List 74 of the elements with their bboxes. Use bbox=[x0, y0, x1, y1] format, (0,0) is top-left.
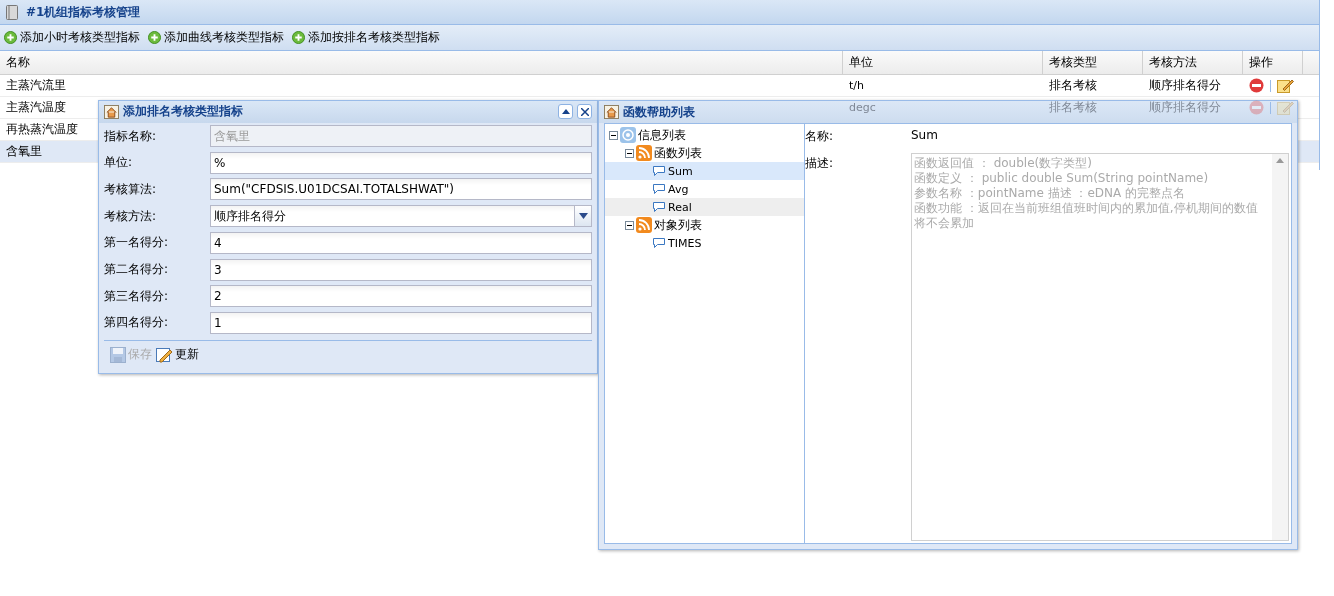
tree-item[interactable]: Avg bbox=[668, 182, 689, 196]
feed-icon bbox=[636, 145, 652, 161]
select-field[interactable]: 顺序排名得分 bbox=[210, 205, 592, 228]
house-icon bbox=[604, 105, 619, 119]
table-cell: 排名考核 bbox=[1049, 99, 1097, 116]
window-title: 添加排名考核类型指标 bbox=[123, 103, 243, 121]
speech-bubble-icon bbox=[652, 183, 666, 195]
field-label: 第二名得分: bbox=[104, 261, 170, 279]
house-icon bbox=[104, 104, 119, 119]
caret-icon bbox=[578, 213, 588, 220]
speech-bubble-icon bbox=[652, 237, 666, 249]
tree-item[interactable]: 函数列表 bbox=[654, 144, 702, 162]
add-icon bbox=[292, 31, 305, 44]
input-field[interactable]: 1 bbox=[210, 311, 592, 334]
input-field[interactable]: 3 bbox=[210, 258, 592, 281]
close-button[interactable] bbox=[577, 104, 592, 120]
update-button[interactable]: 更新 bbox=[156, 346, 199, 364]
add-button[interactable]: 添加按排名考核类型指标 bbox=[292, 29, 440, 46]
table-cell: 主蒸汽温度 bbox=[6, 99, 66, 116]
edit-icon[interactable] bbox=[1277, 78, 1294, 93]
add-button[interactable]: 添加小时考核类型指标 bbox=[4, 29, 140, 46]
save-icon bbox=[110, 346, 126, 363]
field-label: 单位: bbox=[104, 154, 134, 172]
add-icon bbox=[4, 31, 17, 44]
scroll-up-icon[interactable] bbox=[1276, 158, 1284, 163]
field-label: 第四名得分: bbox=[104, 314, 170, 332]
tree-item[interactable]: 对象列表 bbox=[654, 216, 702, 234]
feed-icon bbox=[636, 217, 652, 233]
table-cell: degc bbox=[849, 101, 876, 114]
collapse-icon[interactable] bbox=[609, 130, 618, 140]
table-cell: 排名考核 bbox=[1049, 77, 1097, 94]
field-label: 描述: bbox=[805, 155, 835, 172]
triangle-icon bbox=[561, 109, 570, 115]
speech-bubble-icon bbox=[652, 201, 666, 213]
speech-bubble-icon bbox=[652, 165, 666, 177]
tree-item[interactable]: 信息列表 bbox=[638, 126, 686, 144]
field-value: Sum bbox=[911, 127, 939, 144]
book-icon bbox=[6, 4, 18, 20]
column-header[interactable]: 操作 bbox=[1243, 51, 1303, 74]
grid-row[interactable]: 主蒸汽流里 t/h 排名考核 顺序排名得分 bbox=[0, 75, 1319, 97]
tree-item[interactable]: TIMES bbox=[668, 236, 702, 250]
table-cell: 顺序排名得分 bbox=[1149, 77, 1221, 94]
field-label: 指标名称: bbox=[104, 127, 158, 145]
column-header[interactable]: 名称 bbox=[0, 51, 843, 74]
add-button[interactable]: 添加曲线考核类型指标 bbox=[148, 29, 284, 46]
field-label: 名称: bbox=[805, 128, 835, 145]
panel-title: #1机组指标考核管理 bbox=[26, 3, 141, 21]
column-header[interactable]: 单位 bbox=[843, 51, 1043, 74]
table-cell: 顺序排名得分 bbox=[1149, 99, 1221, 116]
input-field[interactable]: % bbox=[210, 151, 592, 174]
field-label: 考核算法: bbox=[104, 180, 158, 198]
table-cell: t/h bbox=[849, 79, 864, 92]
pencil-icon bbox=[156, 346, 173, 363]
close-icon bbox=[580, 107, 589, 116]
field-label: 考核方法: bbox=[104, 207, 158, 225]
table-cell: 再热蒸汽温度 bbox=[6, 121, 78, 138]
collapse-icon[interactable] bbox=[625, 148, 634, 158]
tree-item[interactable]: Sum bbox=[668, 164, 693, 178]
collapse-icon[interactable] bbox=[625, 220, 634, 230]
column-header[interactable]: 考核类型 bbox=[1043, 51, 1143, 74]
field-label: 第一名得分: bbox=[104, 234, 170, 252]
table-cell: 主蒸汽流里 bbox=[6, 77, 66, 94]
window-title: 函数帮助列表 bbox=[623, 103, 695, 121]
delete-icon[interactable] bbox=[1249, 78, 1264, 93]
input-field[interactable]: 4 bbox=[210, 231, 592, 254]
input-field[interactable]: 2 bbox=[210, 285, 592, 308]
table-cell: 含氧里 bbox=[6, 143, 42, 160]
tree-item[interactable]: Real bbox=[668, 200, 692, 214]
target-icon bbox=[620, 127, 636, 143]
field-label: 第三名得分: bbox=[104, 287, 170, 305]
column-header[interactable]: 考核方法 bbox=[1143, 51, 1243, 74]
input-field[interactable]: Sum("CFDSIS.U01DCSAI.TOTALSHWAT") bbox=[210, 178, 592, 201]
collapse-button[interactable] bbox=[558, 104, 573, 120]
add-icon bbox=[148, 31, 161, 44]
